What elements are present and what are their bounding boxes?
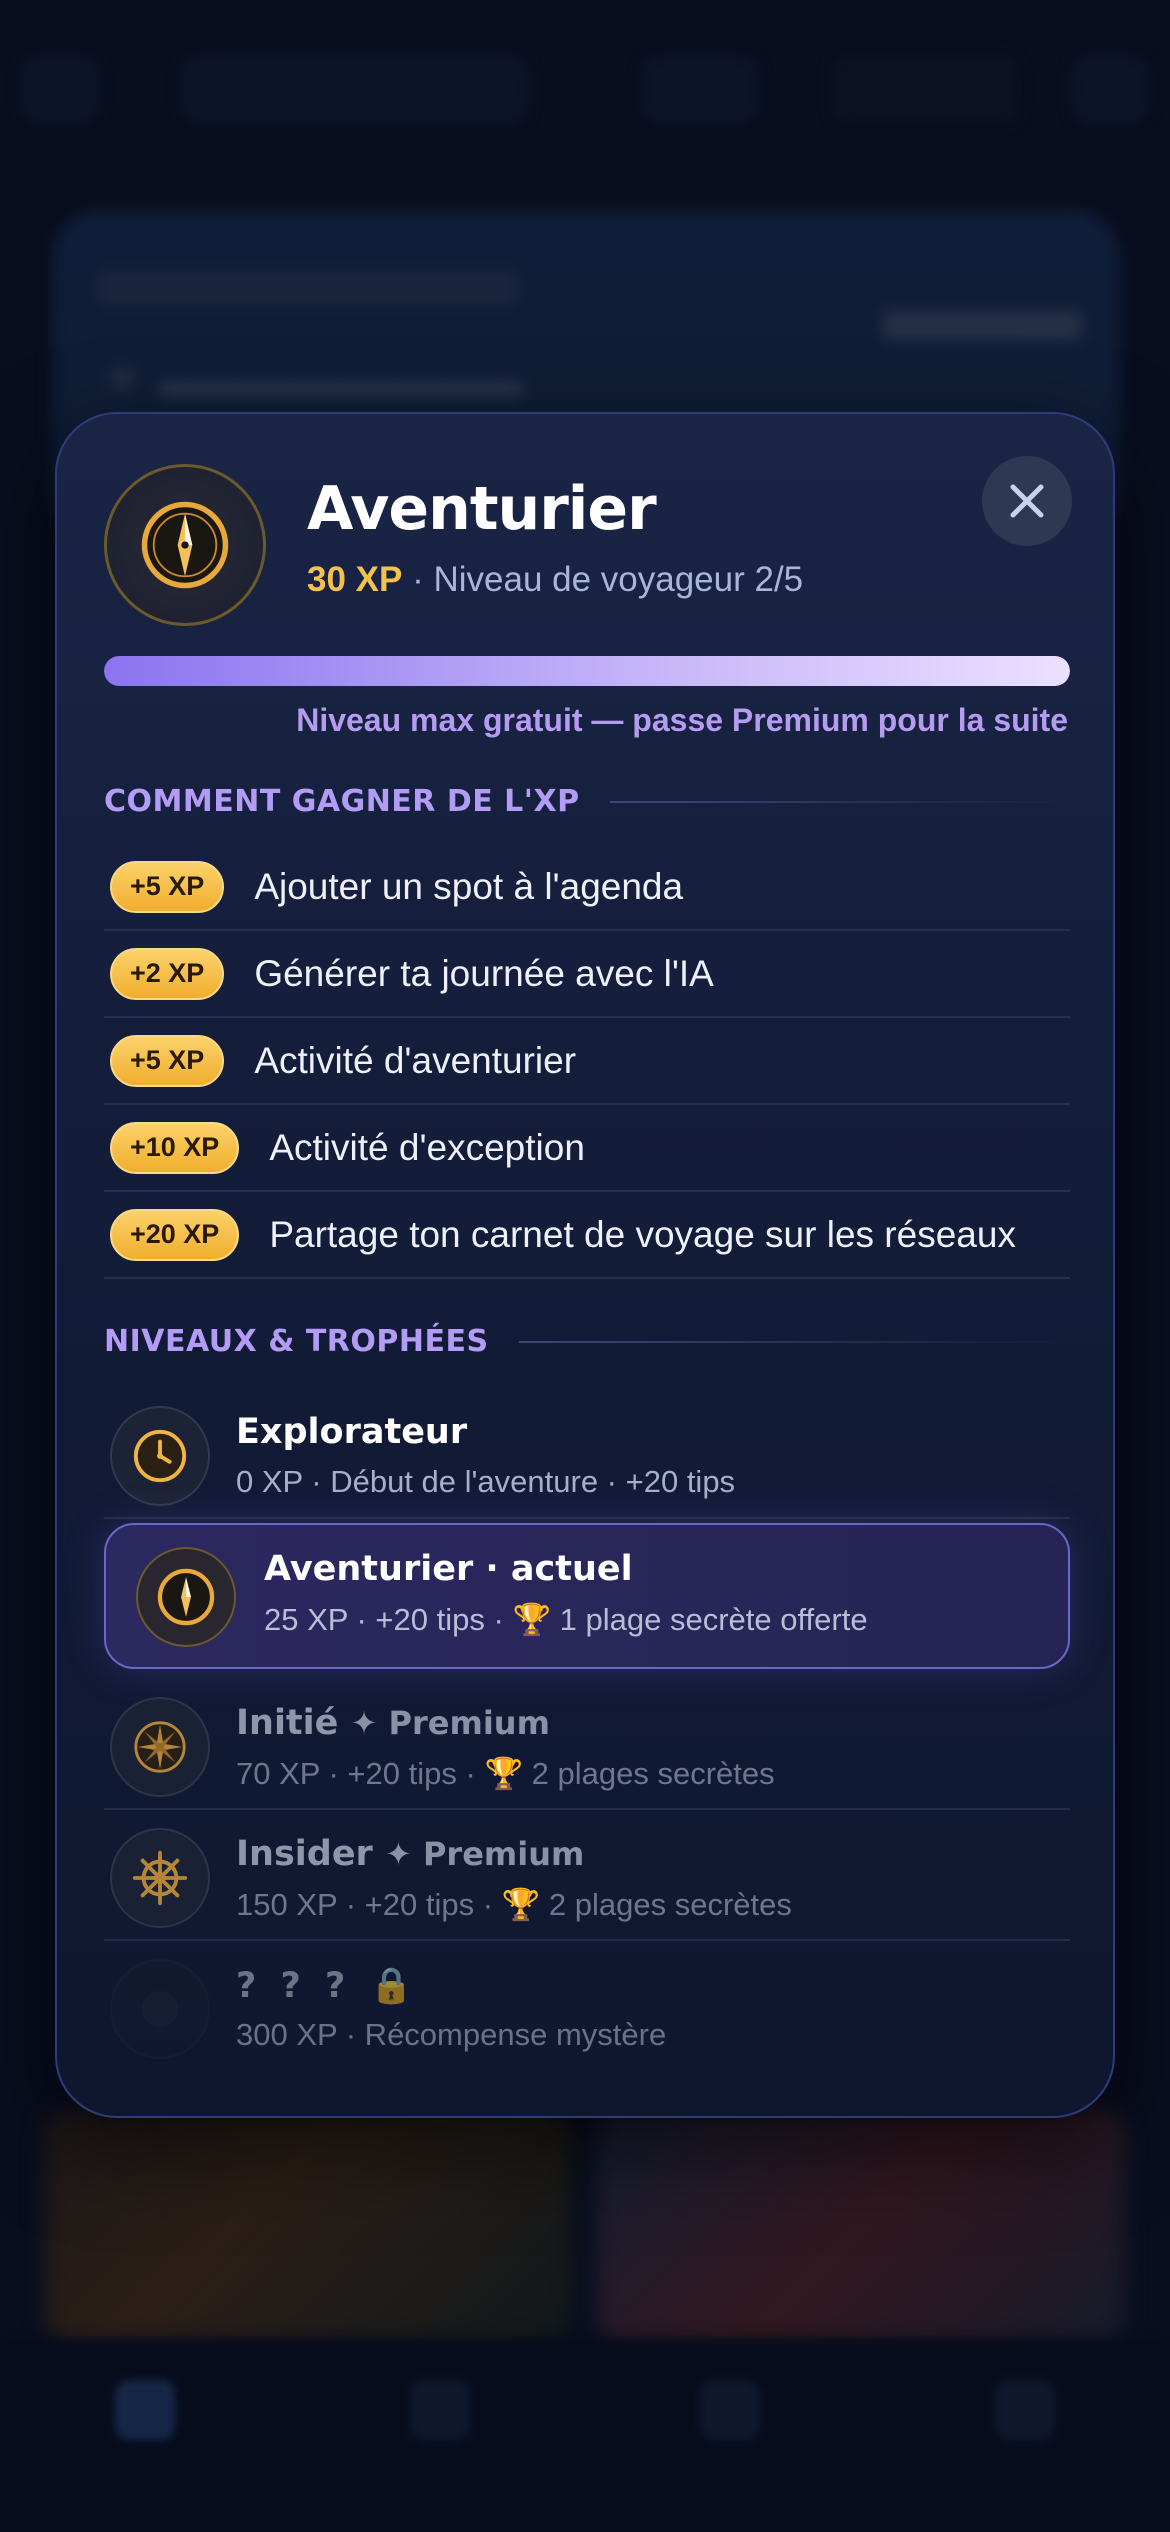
progress-note: Niveau max gratuit — passe Premium pour … — [296, 702, 1068, 738]
level-item-insider: Insider ✦ Premium 150 XP · +20 tips · 🏆 … — [104, 1810, 1070, 1941]
section-divider — [518, 1340, 1070, 1343]
xp-chip: +5 XP — [110, 1034, 225, 1087]
levels-header: NIVEAUX & TROPHÉES — [104, 1324, 1070, 1359]
section-title: NIVEAUX & TROPHÉES — [104, 1324, 489, 1359]
xp-chip: +2 XP — [110, 947, 225, 1000]
level-name: ? ? ? 🔒 — [236, 1965, 413, 2006]
level-item-aventurier: Aventurier · actuel 25 XP · +20 tips · 🏆… — [104, 1523, 1070, 1669]
level-badge — [136, 1547, 236, 1647]
ship-wheel-icon — [132, 1850, 188, 1906]
level-desc: 150 XP · +20 tips · 🏆 2 plages secrètes — [236, 1886, 792, 1923]
close-button[interactable] — [982, 456, 1072, 546]
level-name: Insider ✦ Premium — [236, 1834, 584, 1874]
level-name: Aventurier · actuel — [264, 1549, 633, 1589]
list-item: +5 XP Ajouter un spot à l'agenda — [104, 844, 1070, 931]
section-divider — [609, 800, 1070, 803]
level-badge — [110, 1697, 210, 1797]
mystery-icon — [142, 1991, 178, 2027]
xp-total: 30 XP — [307, 560, 403, 599]
xp-action-label: Générer ta journée avec l'IA — [254, 952, 714, 994]
level-badge — [110, 1959, 210, 2059]
list-item: +2 XP Générer ta journée avec l'IA — [104, 931, 1070, 1018]
level-desc: 70 XP · +20 tips · 🏆 2 plages secrètes — [236, 1755, 775, 1792]
level-reward: 1 plage secrète offerte — [551, 1602, 868, 1637]
modal-subtitle: 30 XP · Niveau de voyageur 2/5 — [307, 560, 803, 600]
xp-chip: +10 XP — [110, 1121, 240, 1174]
trophy-icon: 🏆 — [484, 1756, 524, 1791]
level-item-explorateur: Explorateur 0 XP · Début de l'aventure ·… — [104, 1388, 1070, 1519]
level-modal: Aventurier 30 XP · Niveau de voyageur 2/… — [55, 412, 1115, 2118]
level-indicator: · Niveau de voyageur 2/5 — [402, 560, 804, 599]
list-item: +10 XP Activité d'exception — [104, 1105, 1070, 1192]
levels-list: Explorateur 0 XP · Début de l'aventure ·… — [104, 1388, 1070, 2072]
xp-action-label: Activité d'exception — [269, 1126, 585, 1168]
modal-title: Aventurier — [307, 474, 657, 544]
premium-badge: ✦ Premium — [385, 1835, 585, 1873]
level-name-text: Insider — [236, 1834, 373, 1874]
level-name: Initié ✦ Premium — [236, 1703, 550, 1743]
compass-icon — [141, 501, 229, 589]
level-name: Explorateur — [236, 1412, 468, 1452]
compass-icon — [157, 1568, 215, 1626]
list-item: +20 XP Partage ton carnet de voyage sur … — [104, 1192, 1070, 1279]
level-desc-text: 25 XP · +20 tips · — [264, 1602, 513, 1637]
level-desc: 25 XP · +20 tips · 🏆 1 plage secrète off… — [264, 1601, 868, 1638]
close-icon — [1010, 484, 1044, 518]
trophy-icon: 🏆 — [512, 1602, 552, 1637]
xp-progress-fill — [104, 656, 1070, 686]
xp-action-label: Ajouter un spot à l'agenda — [254, 865, 684, 907]
level-name-text: ? ? ? — [236, 1966, 352, 2006]
trophy-icon: 🏆 — [501, 1887, 541, 1922]
level-badge — [104, 464, 266, 626]
level-reward: 2 plages secrètes — [523, 1756, 775, 1791]
level-desc-text: 150 XP · +20 tips · — [236, 1887, 502, 1922]
list-item: +5 XP Activité d'aventurier — [104, 1018, 1070, 1105]
xp-action-label: Activité d'aventurier — [254, 1039, 577, 1081]
level-badge — [110, 1406, 210, 1506]
clock-icon — [133, 1429, 187, 1483]
lock-icon: 🔒 — [369, 1966, 414, 2006]
section-title: COMMENT GAGNER DE L'XP — [104, 784, 580, 819]
xp-chip: +5 XP — [110, 860, 225, 913]
level-name-text: Initié — [236, 1703, 339, 1743]
level-reward: 2 plages secrètes — [540, 1887, 792, 1922]
earn-xp-header: COMMENT GAGNER DE L'XP — [104, 784, 1070, 819]
level-desc: 300 XP · Récompense mystère — [236, 2017, 667, 2052]
xp-progress-bar — [104, 656, 1070, 686]
compass-rose-icon — [134, 1721, 186, 1773]
level-badge — [110, 1828, 210, 1928]
level-desc-text: 70 XP · +20 tips · — [236, 1756, 485, 1791]
premium-badge: ✦ Premium — [350, 1704, 550, 1742]
level-item-mystery: ? ? ? 🔒 300 XP · Récompense mystère — [104, 1941, 1070, 2072]
level-item-initie: Initié ✦ Premium 70 XP · +20 tips · 🏆 2 … — [104, 1679, 1070, 1810]
xp-action-label: Partage ton carnet de voyage sur les rés… — [269, 1213, 1016, 1255]
xp-chip: +20 XP — [110, 1208, 240, 1261]
earn-xp-list: +5 XP Ajouter un spot à l'agenda +2 XP G… — [104, 844, 1070, 1279]
level-desc: 0 XP · Début de l'aventure · +20 tips — [236, 1464, 736, 1499]
